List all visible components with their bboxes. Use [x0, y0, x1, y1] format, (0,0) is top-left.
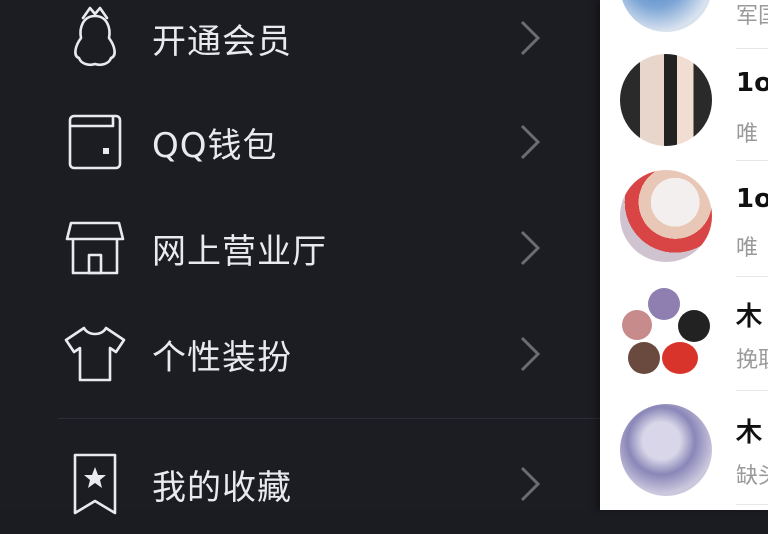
menu-item-vip[interactable]: 开通会员 [0, 0, 600, 88]
chevron-right-icon [514, 122, 544, 162]
menu-item-online-store[interactable]: 网上营业厅 [0, 198, 600, 298]
chat-name: 木 [736, 302, 763, 332]
avatar [620, 404, 712, 496]
chat-row[interactable]: 1o 唯 [600, 170, 768, 280]
menu-label: 我的收藏 [152, 467, 292, 508]
wallet-icon [60, 107, 130, 177]
chevron-right-icon [514, 334, 544, 374]
penguin-icon [60, 3, 130, 73]
chevron-right-icon [514, 18, 544, 58]
chat-list-panel: 军国 1o 唯 1o 唯 木 挽职 木 缺头 [600, 0, 768, 510]
chat-row[interactable]: 木 挽职 [600, 284, 768, 394]
chat-preview: 挽职 [736, 348, 768, 373]
chat-row[interactable]: 木 缺头 [600, 400, 768, 510]
chevron-right-icon [514, 464, 544, 504]
menu-label: 个性装扮 [152, 337, 292, 378]
menu-label: 网上营业厅 [152, 231, 327, 272]
menu-item-wallet[interactable]: QQ钱包 [0, 92, 600, 192]
divider [736, 48, 768, 49]
chat-name: 1o [736, 68, 768, 98]
divider [736, 276, 768, 277]
divider [736, 390, 768, 391]
side-drawer: 开通会员 QQ钱包 网上营业厅 个性装扮 我的收藏 [0, 0, 600, 515]
menu-label: 开通会员 [152, 21, 292, 62]
avatar [620, 54, 712, 146]
avatar [620, 0, 712, 32]
tshirt-icon [60, 319, 130, 389]
store-icon [60, 213, 130, 283]
menu-item-personalize[interactable]: 个性装扮 [0, 304, 600, 404]
chat-row[interactable]: 军国 [600, 0, 768, 50]
chevron-right-icon [514, 228, 544, 268]
chat-preview: 唯 [736, 236, 759, 261]
divider [58, 418, 600, 419]
menu-item-favorites[interactable]: 我的收藏 [0, 434, 600, 534]
chat-preview: 唯 [736, 122, 759, 147]
chat-preview: 军国 [736, 4, 768, 29]
divider [736, 504, 768, 505]
chat-row[interactable]: 1o 唯 [600, 54, 768, 164]
avatar [620, 170, 712, 262]
divider [736, 160, 768, 161]
menu-label: QQ钱包 [152, 125, 278, 166]
chat-preview: 缺头 [736, 464, 768, 489]
chat-name: 1o [736, 184, 768, 214]
group-avatar [618, 284, 718, 384]
chat-name: 木 [736, 418, 763, 448]
favorites-bookmark-icon [60, 449, 130, 519]
